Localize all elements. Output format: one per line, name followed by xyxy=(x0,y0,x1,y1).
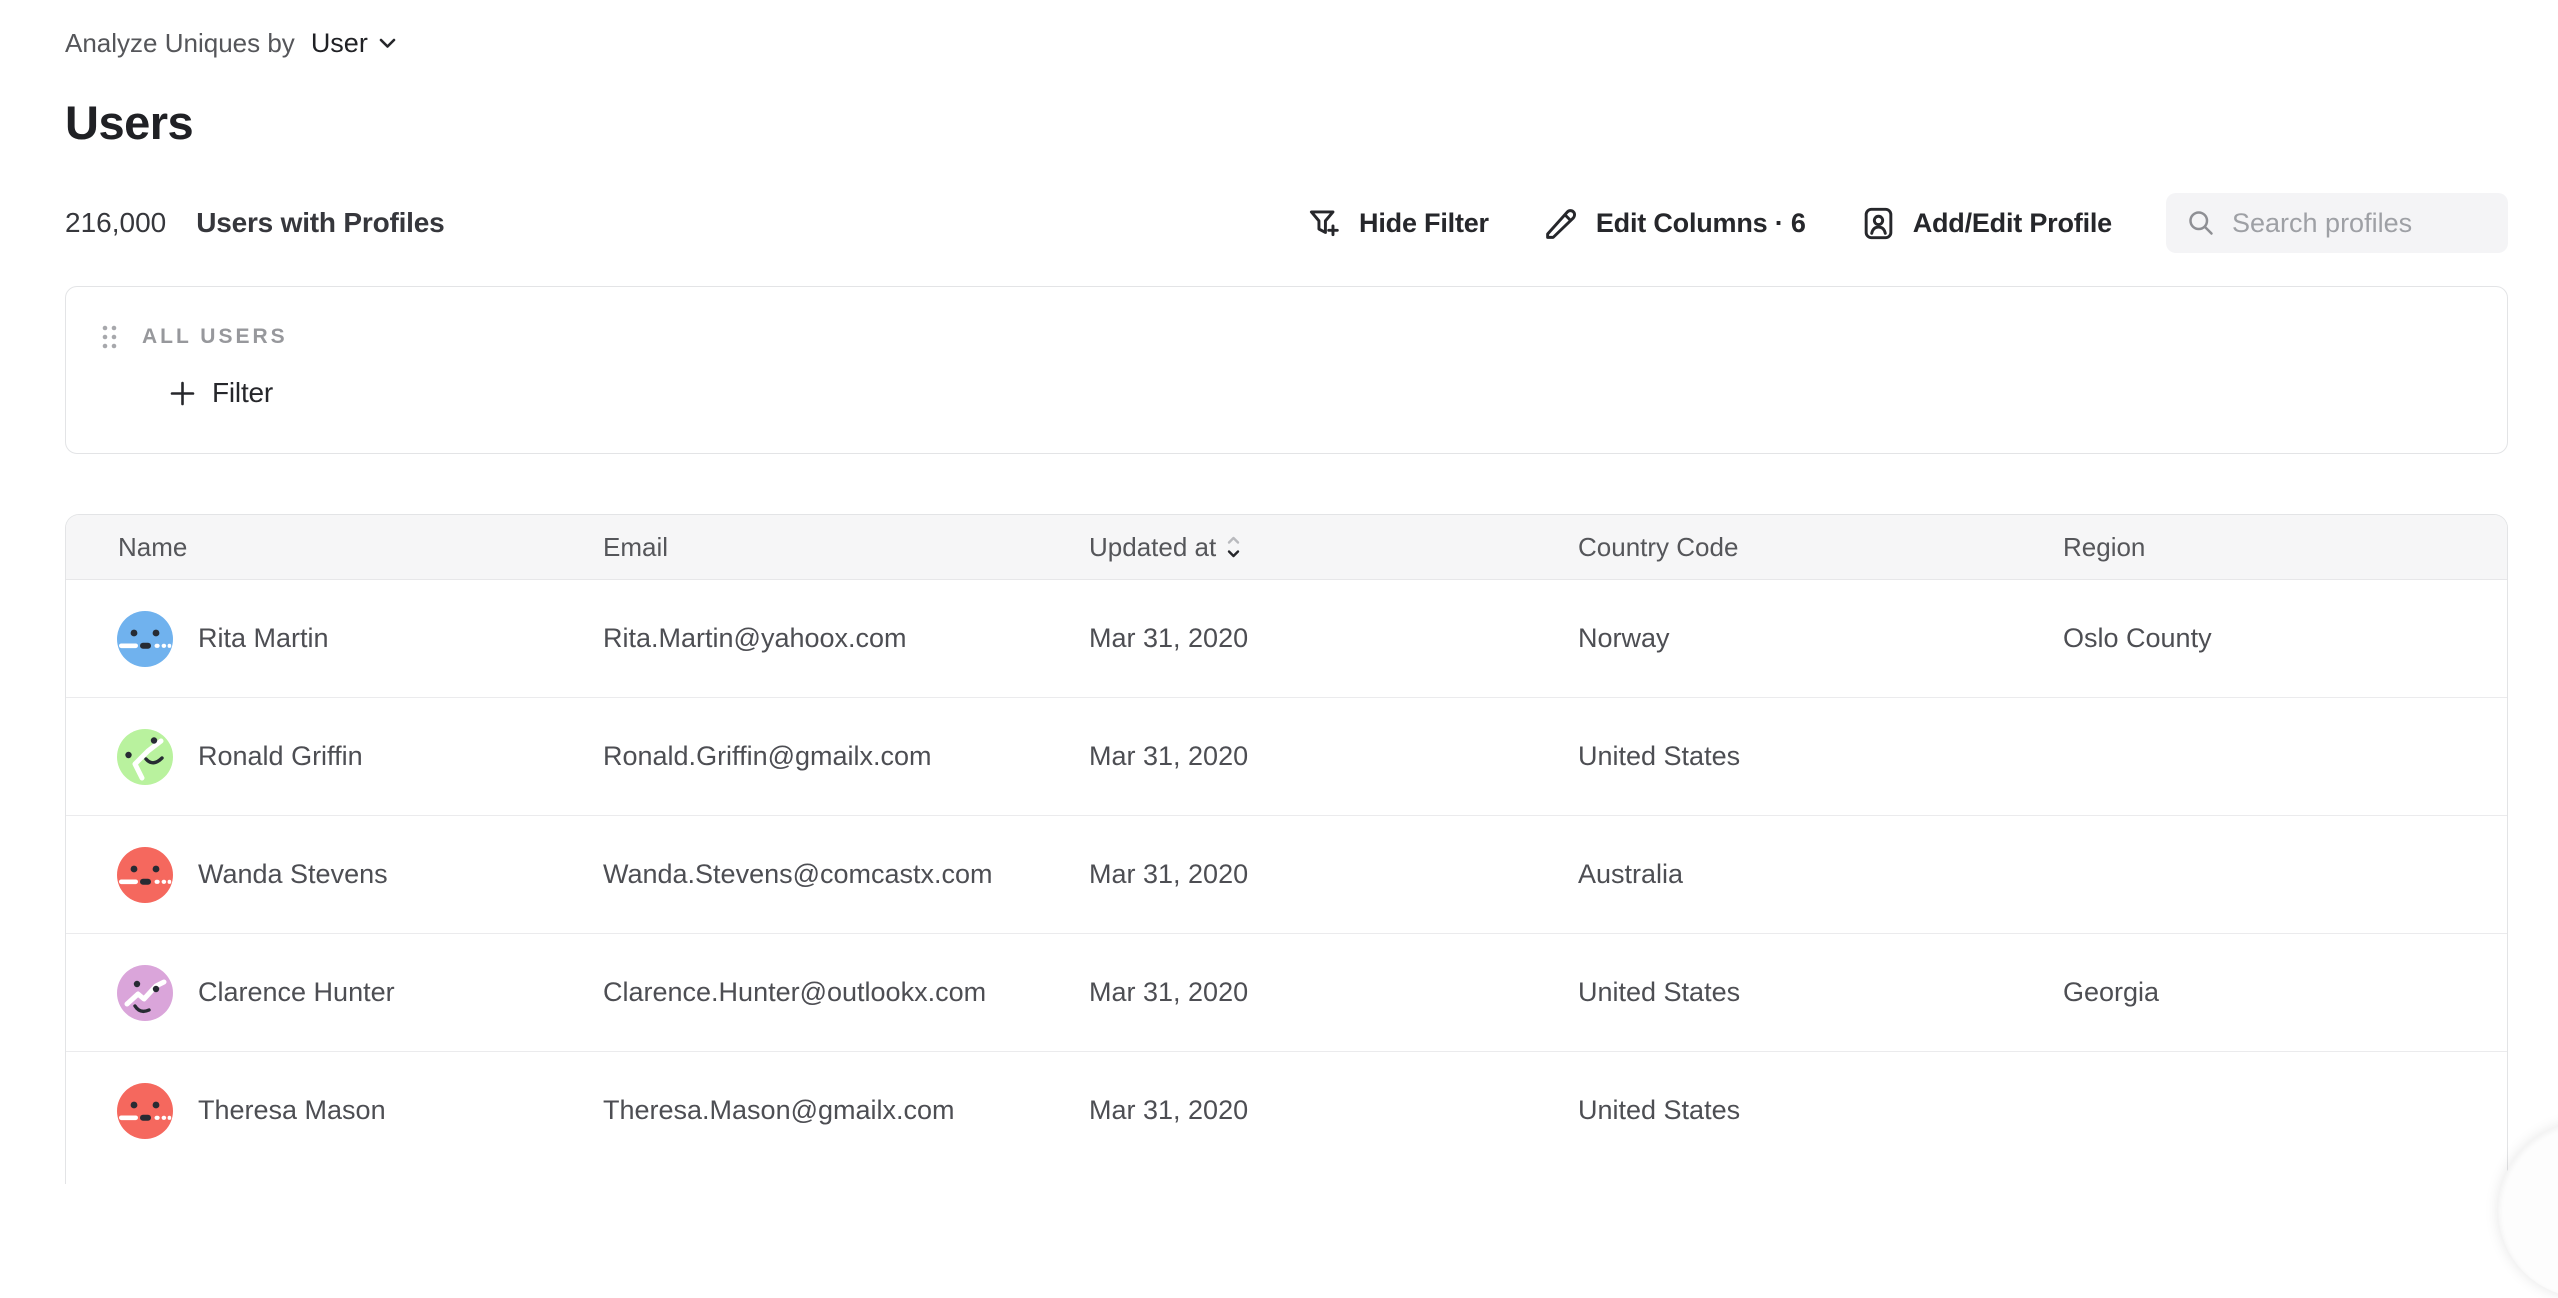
edit-columns-label: Edit Columns · 6 xyxy=(1596,208,1806,239)
search-profiles-box xyxy=(2166,193,2508,253)
table-row[interactable]: Wanda Stevens Wanda.Stevens@comcastx.com… xyxy=(66,815,2507,933)
page-title: Users xyxy=(65,96,2508,150)
add-filter-button[interactable]: Filter xyxy=(169,377,273,409)
hide-filter-button[interactable]: Hide Filter xyxy=(1306,205,1489,242)
filter-group-label: ALL USERS xyxy=(142,325,288,349)
cell-email: Theresa.Mason@gmailx.com xyxy=(603,1095,1089,1126)
cell-country-code: United States xyxy=(1578,977,2063,1008)
cell-updated-at: Mar 31, 2020 xyxy=(1089,623,1578,654)
cell-region: Georgia xyxy=(2063,977,2507,1008)
users-table: Name Email Updated at Country Code Regio… xyxy=(65,514,2508,1184)
toolbar: Hide Filter Edit Columns · 6 Add/Edit Pr… xyxy=(1306,193,2508,253)
funnel-plus-icon xyxy=(1306,205,1343,242)
chevron-down-icon xyxy=(379,38,396,49)
user-avatar-icon xyxy=(116,1082,174,1140)
add-filter-label: Filter xyxy=(212,377,273,409)
table-row[interactable]: Theresa Mason Theresa.Mason@gmailx.com M… xyxy=(66,1051,2507,1169)
profile-card-icon xyxy=(1860,205,1897,242)
count-toolbar-row: 216,000 Users with Profiles Hide Filter … xyxy=(65,192,2508,254)
table-row[interactable]: Clarence Hunter Clarence.Hunter@outlookx… xyxy=(66,933,2507,1051)
analyze-by-value: User xyxy=(311,28,368,59)
search-profiles-input[interactable] xyxy=(2230,207,2490,240)
cell-country-code: Australia xyxy=(1578,859,2063,890)
column-header-email[interactable]: Email xyxy=(603,532,1089,563)
pencil-icon xyxy=(1543,205,1580,242)
filter-group-header: ALL USERS xyxy=(101,317,2507,357)
column-header-region[interactable]: Region xyxy=(2063,532,2507,563)
table-body: Rita Martin Rita.Martin@yahoox.com Mar 3… xyxy=(66,580,2507,1169)
table-header: Name Email Updated at Country Code Regio… xyxy=(66,515,2507,580)
column-header-updated-at[interactable]: Updated at xyxy=(1089,532,1578,563)
profiles-count-label: Users with Profiles xyxy=(196,207,444,239)
edit-columns-button[interactable]: Edit Columns · 6 xyxy=(1543,205,1806,242)
cell-updated-at: Mar 31, 2020 xyxy=(1089,859,1578,890)
plus-icon xyxy=(169,380,196,407)
cell-updated-at: Mar 31, 2020 xyxy=(1089,1095,1578,1126)
analyze-by-label: Analyze Uniques by xyxy=(65,28,295,59)
drag-handle-icon[interactable] xyxy=(101,324,118,350)
users-page: Analyze Uniques by User Users 216,000 Us… xyxy=(0,0,2558,1184)
profiles-count-number: 216,000 xyxy=(65,207,166,239)
cell-email: Wanda.Stevens@comcastx.com xyxy=(603,859,1089,890)
profiles-count: 216,000 Users with Profiles xyxy=(65,207,445,239)
cell-updated-at: Mar 31, 2020 xyxy=(1089,977,1578,1008)
table-row[interactable]: Ronald Griffin Ronald.Griffin@gmailx.com… xyxy=(66,697,2507,815)
column-header-name[interactable]: Name xyxy=(66,532,603,563)
filter-panel: ALL USERS Filter xyxy=(65,286,2508,454)
cell-email: Rita.Martin@yahoox.com xyxy=(603,623,1089,654)
sort-indicator-icon[interactable] xyxy=(1226,534,1241,560)
cell-name: Wanda Stevens xyxy=(66,846,603,904)
user-avatar-icon xyxy=(116,728,174,786)
cell-region: Oslo County xyxy=(2063,623,2507,654)
table-row[interactable]: Rita Martin Rita.Martin@yahoox.com Mar 3… xyxy=(66,580,2507,697)
user-avatar-icon xyxy=(116,846,174,904)
user-avatar-icon xyxy=(116,610,174,668)
search-icon xyxy=(2186,208,2216,238)
cell-email: Ronald.Griffin@gmailx.com xyxy=(603,741,1089,772)
hide-filter-label: Hide Filter xyxy=(1359,208,1489,239)
column-header-country-code[interactable]: Country Code xyxy=(1578,532,2063,563)
add-edit-profile-label: Add/Edit Profile xyxy=(1913,208,2112,239)
cell-email: Clarence.Hunter@outlookx.com xyxy=(603,977,1089,1008)
cell-name: Clarence Hunter xyxy=(66,964,603,1022)
add-edit-profile-button[interactable]: Add/Edit Profile xyxy=(1860,205,2112,242)
cell-name: Rita Martin xyxy=(66,610,603,668)
cell-name: Theresa Mason xyxy=(66,1082,603,1140)
cell-name: Ronald Griffin xyxy=(66,728,603,786)
analyze-bar: Analyze Uniques by User xyxy=(65,26,2508,60)
cell-country-code: United States xyxy=(1578,741,2063,772)
cell-country-code: United States xyxy=(1578,1095,2063,1126)
user-avatar-icon xyxy=(116,964,174,1022)
cell-country-code: Norway xyxy=(1578,623,2063,654)
filter-add-row: Filter xyxy=(169,377,2507,409)
analyze-by-dropdown[interactable]: User xyxy=(311,28,396,59)
cell-updated-at: Mar 31, 2020 xyxy=(1089,741,1578,772)
